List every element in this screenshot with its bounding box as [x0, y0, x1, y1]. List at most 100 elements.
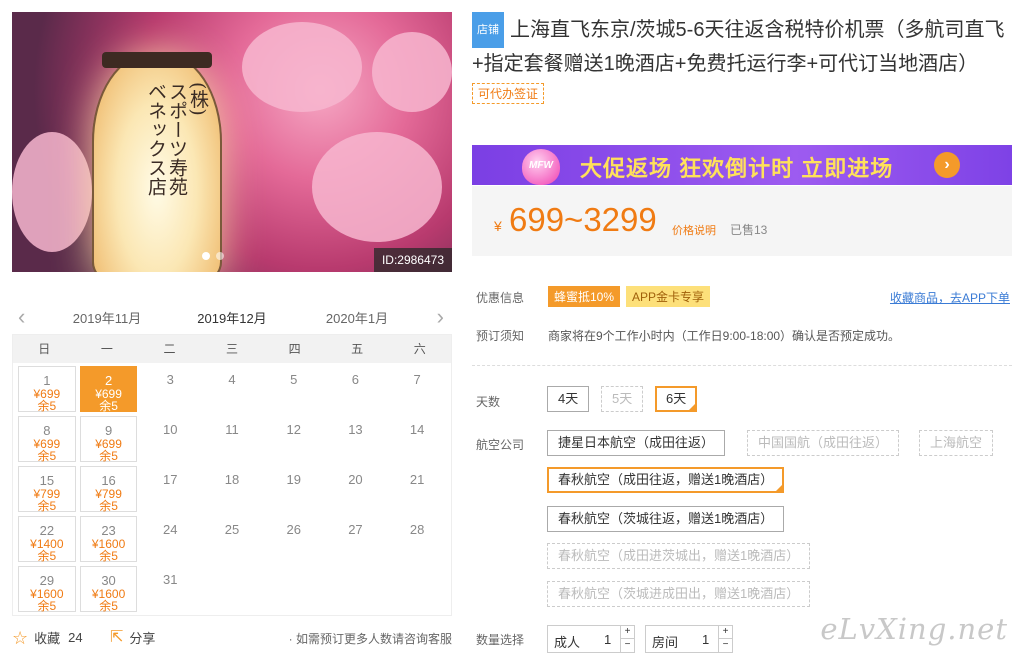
- calendar-day: 21: [388, 466, 446, 512]
- day-stock: 余5: [99, 549, 118, 563]
- day-number: 13: [348, 422, 363, 437]
- room-qty-stepper[interactable]: 房间 1 + −: [645, 625, 733, 653]
- calendar-day[interactable]: 15 ¥799 余5: [18, 466, 76, 512]
- share-button[interactable]: ⇱ 分享: [110, 628, 155, 647]
- days-option-4[interactable]: 4天: [547, 386, 590, 412]
- day-stock: 余5: [99, 599, 118, 613]
- qty-value[interactable]: 1: [702, 632, 709, 647]
- day-number: 28: [409, 522, 425, 537]
- day-number: 10: [163, 422, 178, 437]
- day-stock: 余5: [37, 449, 57, 463]
- day-number: 21: [409, 472, 425, 487]
- calendar-day: 11: [203, 416, 261, 462]
- minus-icon[interactable]: −: [718, 639, 732, 652]
- carousel-dot[interactable]: [202, 252, 210, 260]
- day-number: 3: [166, 372, 174, 387]
- sold-count: 已售13: [730, 223, 768, 237]
- month-tab-current[interactable]: 2019年12月: [187, 308, 277, 336]
- airline-label: 航空公司: [476, 438, 525, 452]
- day-number: 29: [39, 573, 55, 588]
- day-number: 4: [228, 372, 236, 387]
- calendar-day: 10: [141, 416, 199, 462]
- calendar-day[interactable]: 23 ¥1600 余5: [79, 516, 138, 563]
- day-number: 8: [43, 423, 51, 438]
- calendar-day: 13: [327, 416, 385, 462]
- day-number: 11: [225, 422, 239, 437]
- share-label: 分享: [129, 631, 156, 646]
- weekday-label: 四: [288, 342, 301, 356]
- calendar-day: 4: [203, 366, 261, 412]
- watermark: eLvXing.net: [820, 612, 1008, 646]
- day-number: 9: [104, 423, 113, 438]
- airline-option[interactable]: 春秋航空（茨城往返，赠送1晚酒店）: [547, 506, 785, 532]
- promo-banner[interactable]: MFW 大促返场 狂欢倒计时 立即进场 ›: [472, 145, 1012, 185]
- chevron-left-icon[interactable]: ‹: [18, 304, 25, 330]
- day-stock: 余5: [37, 399, 57, 413]
- calendar-day[interactable]: 1 ¥699 余5: [18, 366, 76, 412]
- calendar-day: 7: [388, 366, 446, 412]
- airline-option[interactable]: 捷星日本航空（成田往返）: [547, 430, 726, 456]
- day-number: 30: [101, 573, 116, 588]
- action-row: ☆ 收藏 24 ⇱ 分享 · 如需预订更多人数请咨询客服: [12, 628, 452, 648]
- day-number: 16: [101, 473, 116, 488]
- calendar-day[interactable]: 29 ¥1600 余5: [18, 566, 76, 612]
- airline-option[interactable]: 春秋航空（茨城进成田出，赠送1晚酒店）: [547, 581, 811, 607]
- day-stock: 余5: [99, 399, 118, 413]
- calendar-day: 17: [141, 466, 199, 512]
- calendar-day: 25: [203, 516, 261, 562]
- day-number: 22: [39, 523, 55, 538]
- plus-icon[interactable]: +: [620, 626, 634, 639]
- calendar-day[interactable]: 8 ¥699 余5: [18, 416, 76, 462]
- banner-text: 大促返场 狂欢倒计时 立即进场: [580, 156, 894, 181]
- qty-name: 房间: [652, 635, 679, 650]
- day-stock: 余5: [37, 499, 57, 513]
- calendar-day: 27: [327, 516, 385, 562]
- share-icon: ⇱: [110, 628, 124, 646]
- qty-value[interactable]: 1: [604, 632, 611, 647]
- adult-qty-stepper[interactable]: 成人 1 + −: [547, 625, 635, 653]
- product-image[interactable]: (株) スポーツ寿苑 ベネックス店 ID:2986473: [12, 12, 452, 272]
- month-tab-prev[interactable]: 2019年11月: [62, 308, 152, 327]
- weekday-label: 日: [38, 342, 51, 356]
- airline-option[interactable]: 中国国航（成田往返）: [747, 430, 900, 456]
- lantern-text: (株) スポーツ寿苑 ベネックス店: [145, 82, 209, 196]
- day-number: 31: [163, 572, 178, 587]
- calendar-day[interactable]: 16 ¥799 余5: [79, 466, 138, 512]
- days-option-6[interactable]: 6天: [655, 386, 698, 412]
- price-box: ¥ 699~3299 价格说明 已售13: [472, 186, 1012, 256]
- minus-icon[interactable]: −: [620, 639, 634, 652]
- carousel-dot[interactable]: [216, 252, 224, 260]
- star-icon: ☆: [12, 627, 29, 648]
- airline-option[interactable]: 春秋航空（成田进茨城出，赠送1晚酒店）: [547, 543, 811, 569]
- promo-tags: 蜂蜜抵10% APP金卡专享: [548, 286, 716, 307]
- calendar-day: 18: [203, 466, 261, 512]
- blossom-shape: [372, 32, 452, 112]
- collect-app-link[interactable]: 收藏商品，去APP下单: [890, 289, 1010, 306]
- notice-text: 商家将在9个工作小时内（工作日9:00-18:00）确认是否预定成功。: [548, 329, 901, 343]
- calendar-day[interactable]: 30 ¥1600 余5: [79, 566, 138, 613]
- paper-lantern: (株) スポーツ寿苑 ベネックス店: [92, 52, 222, 272]
- month-tab-next[interactable]: 2020年1月: [312, 308, 402, 327]
- calendar-day[interactable]: 22 ¥1400 余5: [18, 516, 76, 562]
- calendar-day[interactable]: 2 ¥699 余5: [79, 366, 138, 413]
- airline-option[interactable]: 春秋航空（成田往返，赠送1晚酒店）: [547, 467, 785, 493]
- day-number: 17: [163, 472, 178, 487]
- day-number: 19: [286, 472, 301, 487]
- calendar-day: 31: [141, 566, 199, 612]
- shop-badge[interactable]: 店铺: [472, 12, 504, 48]
- date-calendar: 日 一 二 三 四 五 六 1 ¥699 余5 2 ¥699 余5 3 4 5 6 7 8 ¥699 余5…: [12, 334, 452, 616]
- calendar-month-nav: ‹ 2019年11月 2019年12月 2020年1月 ›: [12, 300, 452, 336]
- days-option-5[interactable]: 5天: [601, 386, 644, 412]
- arrow-right-icon: ›: [934, 152, 960, 178]
- chevron-right-icon[interactable]: ›: [437, 304, 444, 330]
- divider: [472, 365, 1012, 366]
- qty-label: 数量选择: [476, 633, 525, 647]
- favorite-button[interactable]: ☆ 收藏 24: [12, 628, 83, 647]
- day-number: 6: [351, 372, 360, 387]
- promo-label: 优惠信息: [476, 291, 525, 305]
- plus-icon[interactable]: +: [718, 626, 732, 639]
- airline-option[interactable]: 上海航空: [919, 430, 994, 456]
- calendar-day[interactable]: 9 ¥699 余5: [79, 416, 138, 462]
- price-explain-link[interactable]: 价格说明: [672, 222, 716, 238]
- carousel-dots[interactable]: [202, 252, 224, 260]
